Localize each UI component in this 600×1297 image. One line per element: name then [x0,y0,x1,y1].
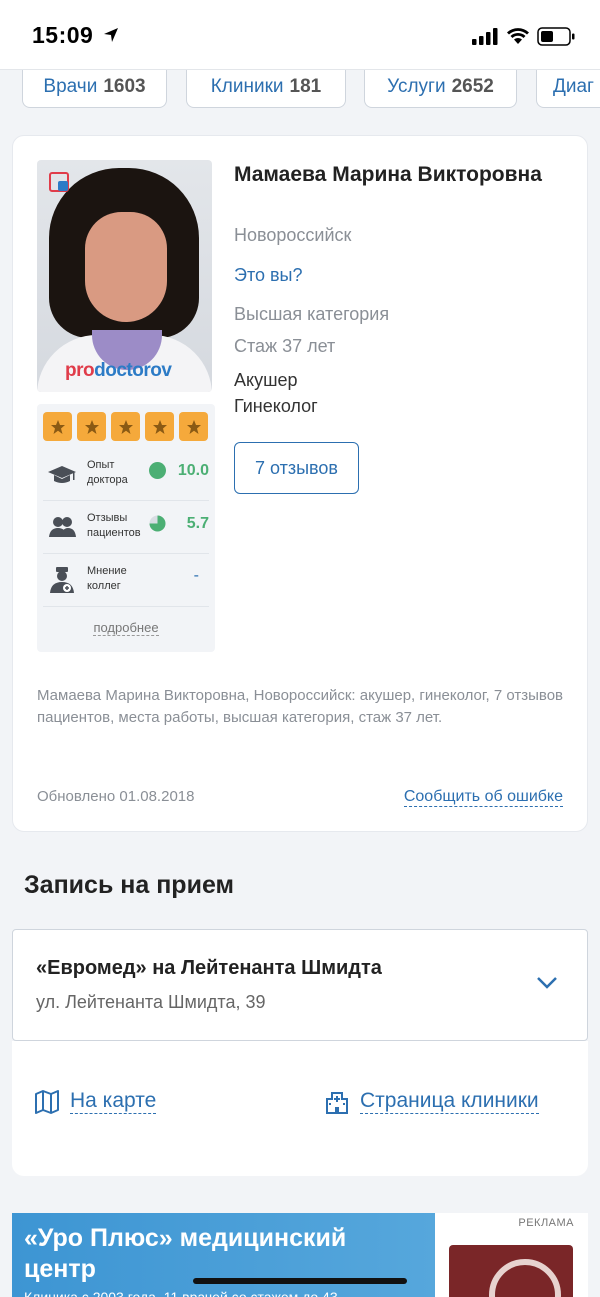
star-rating [43,412,208,441]
tab-count: 181 [289,75,322,97]
map-icon [35,1089,59,1114]
location-arrow-icon [104,28,118,42]
rating-label: Опыт доктора [87,459,128,486]
prodoctorov-logo-icon [49,172,69,192]
doctor-city: Новороссийск [234,225,352,245]
doctor-description: Мамаева Марина Викторовна, Новороссийск:… [37,687,564,726]
star-icon [77,412,106,441]
tab-services[interactable]: Услуги 2652 [364,70,517,108]
rating-label: Отзывы пациентов [87,512,141,539]
category-tabs: Врачи 1603 Клиники 181 Услуги 2652 Диаг [0,70,600,110]
clinic-name: «Евромед» на Лейтенанта Шмидта [36,957,382,979]
map-link[interactable]: На карте [34,1089,157,1114]
report-error-link[interactable]: Сообщить об ошибке [403,788,563,807]
rating-indicator [149,462,166,479]
graduation-cap-icon [48,466,76,483]
specialty-item[interactable]: Акушер [234,367,318,393]
tab-clinics[interactable]: Клиники 181 [186,70,346,108]
advertisement-banner[interactable]: «Уро Плюс» медицинский центр Клиника с 2… [12,1213,588,1297]
rating-row-reviews: Отзывы пациентов 5.7 [43,501,209,554]
star-icon [179,412,208,441]
partial-rating-indicator [149,515,166,532]
tab-diagnostics[interactable]: Диаг [536,70,600,108]
tab-label: Врачи [43,75,98,97]
is-you-link[interactable]: Это вы? [234,265,303,286]
home-indicator [193,1278,407,1284]
tab-count: 2652 [451,75,494,97]
tab-doctors[interactable]: Врачи 1603 [22,70,167,108]
ad-subtitle: Клиника с 2003 года. 11 врачей со стажем… [24,1289,338,1297]
star-icon [145,412,174,441]
patients-icon [49,517,76,537]
star-icon [111,412,140,441]
booking-title: Запись на прием [24,871,235,899]
rating-value: 10.0 [177,462,209,479]
reviews-button[interactable]: 7 отзывов [234,442,359,494]
doctor-card: prodoctorov Опыт доктора 10.0 Отзывы пацие… [12,135,588,832]
chevron-down-icon [537,977,557,989]
doctor-photo[interactable]: prodoctorov [37,160,212,392]
rating-panel: Опыт доктора 10.0 Отзывы пациентов 5.7 Мне… [37,404,215,652]
doctor-experience: Стаж 37 лет [234,336,336,356]
ad-title: «Уро Плюс» медицинский центр [24,1224,347,1283]
more-details-link[interactable]: подробнее [37,620,215,636]
battery-icon [537,27,575,46]
updated-date: Обновлено 01.08.2018 [37,788,195,805]
doctor-specialties: Акушер Гинеколог [234,367,318,419]
clinic-links: На карте Страница клиники [12,1041,588,1176]
rating-row-colleagues: Мнение коллег - [43,554,209,607]
rating-value: 5.7 [186,515,209,532]
star-icon [43,412,72,441]
status-time: 15:09 [32,22,94,48]
rating-value: - [193,567,199,584]
rating-row-experience: Опыт доктора 10.0 [43,448,209,501]
photo-watermark: prodoctorov [65,360,172,381]
clinic-selector[interactable]: «Евромед» на Лейтенанта Шмидта ул. Лейте… [12,929,588,1041]
status-bar: 15:09 [0,0,600,70]
cellular-signal-icon [472,28,498,45]
tab-count: 1603 [103,75,146,97]
doctor-name: Мамаева Марина Викторовна [234,163,542,186]
ad-label: РЕКЛАМА [518,1217,574,1229]
clinic-page-link[interactable]: Страница клиники [324,1089,539,1114]
doctor-colleague-icon [50,567,74,593]
doctor-category: Высшая категория [234,304,390,324]
rating-label: Мнение коллег [87,565,127,592]
ad-image [449,1245,573,1297]
specialty-item[interactable]: Гинеколог [234,393,318,419]
tab-label: Диаг [553,75,594,97]
tab-label: Клиники [210,75,284,97]
ad-text-area: «Уро Плюс» медицинский центр Клиника с 2… [12,1213,435,1297]
tab-label: Услуги [387,75,446,97]
wifi-icon [507,28,529,44]
hospital-icon [326,1091,348,1114]
clinic-address: ул. Лейтенанта Шмидта, 39 [36,992,266,1012]
